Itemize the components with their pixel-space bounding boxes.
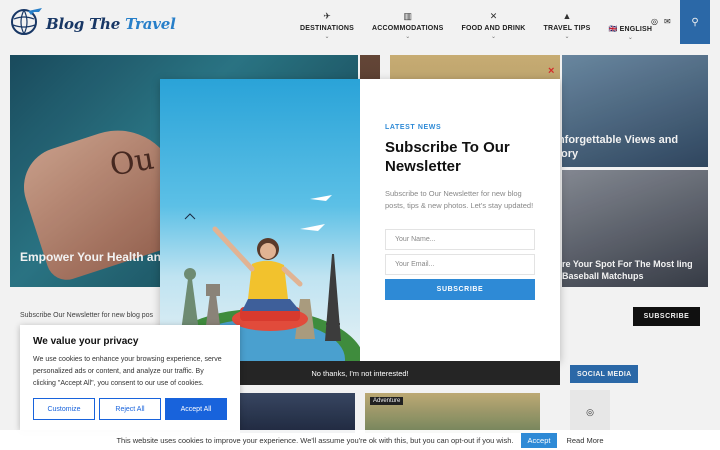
read-more-link[interactable]: Read More: [566, 436, 603, 445]
accept-all-button[interactable]: Accept All: [165, 398, 227, 420]
email-input[interactable]: Your Email...: [385, 254, 535, 275]
reject-all-button[interactable]: Reject All: [99, 398, 161, 420]
cookie-accept-button[interactable]: Accept: [520, 432, 558, 448]
close-icon[interactable]: ×: [548, 65, 554, 77]
cookie-title: We value your privacy: [33, 336, 139, 347]
modal-title: Subscribe To Our Newsletter: [385, 139, 510, 175]
modal-eyebrow: LATEST NEWS: [385, 124, 442, 131]
name-input[interactable]: Your Name...: [385, 229, 535, 250]
cookie-notice-bar: This website uses cookies to improve you…: [0, 430, 720, 450]
cookie-buttons: Customize Reject All Accept All: [33, 398, 227, 420]
customize-button[interactable]: Customize: [33, 398, 95, 420]
cookie-consent-box: We value your privacy We use cookies to …: [20, 325, 240, 430]
travel-illustration: [160, 79, 360, 361]
newsletter-modal: LATEST NEWS Subscribe To Our Newsletter …: [160, 79, 560, 361]
modal-body: LATEST NEWS Subscribe To Our Newsletter …: [385, 124, 535, 300]
subscribe-button[interactable]: SUBSCRIBE: [385, 279, 535, 300]
cookie-notice-text: This website uses cookies to improve you…: [116, 435, 514, 445]
cookie-text: We use cookies to enhance your browsing …: [33, 356, 222, 387]
modal-description: Subscribe to Our Newsletter for new blog…: [385, 189, 534, 210]
